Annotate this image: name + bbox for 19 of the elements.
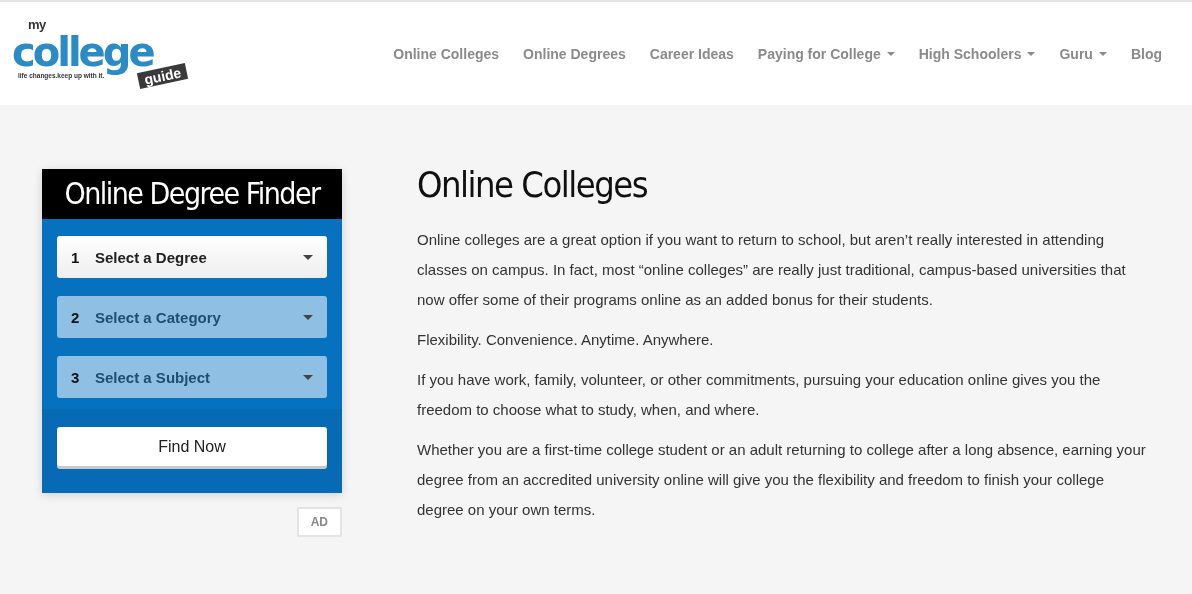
- caret-icon: [303, 314, 313, 320]
- caret-icon: [303, 374, 313, 380]
- caret-icon: [303, 254, 313, 260]
- nav-link[interactable]: Blog: [1130, 45, 1162, 62]
- logo-text: my: [28, 19, 47, 30]
- paragraph: Whether you are a first-time college student or an adult returning to college after a long absence, earning your degree from an accredited university online will give you the flexibility and freedom to finish your college degree on your own terms.: [417, 440, 1147, 520]
- paragraph: Flexibility. Convenience. Anytime. Anywhere.: [417, 330, 715, 350]
- nav-link[interactable]: Online Colleges: [393, 45, 500, 62]
- nav-link[interactable]: Career Ideas: [649, 45, 734, 62]
- nav-link[interactable]: Online Degrees: [523, 45, 626, 62]
- paragraph: Online colleges are a great option if you want to return to school, but aren’t really interested in attending classes on campus. In fact, most “online colleges” are really just traditional, campus-based universities that now offer some of their programs online as an added bonus for their students.: [417, 230, 1127, 310]
- nav-link[interactable]: Guru: [1059, 45, 1107, 62]
- paragraph: If you have work, family, volunteer, or other commitments, pursuing your education online gives you the freedom to choose what to study, when, and where.: [417, 370, 1102, 420]
- finder-title: Online Degree Finder: [42, 169, 342, 219]
- find-now-button[interactable]: Find Now: [57, 427, 327, 466]
- nav-link[interactable]: High Schoolers: [918, 45, 1036, 62]
- select-dropdown[interactable]: 1 Select a Degree: [57, 236, 327, 278]
- ad-label: AD: [296, 507, 342, 537]
- nav-link[interactable]: Paying for College: [757, 45, 895, 62]
